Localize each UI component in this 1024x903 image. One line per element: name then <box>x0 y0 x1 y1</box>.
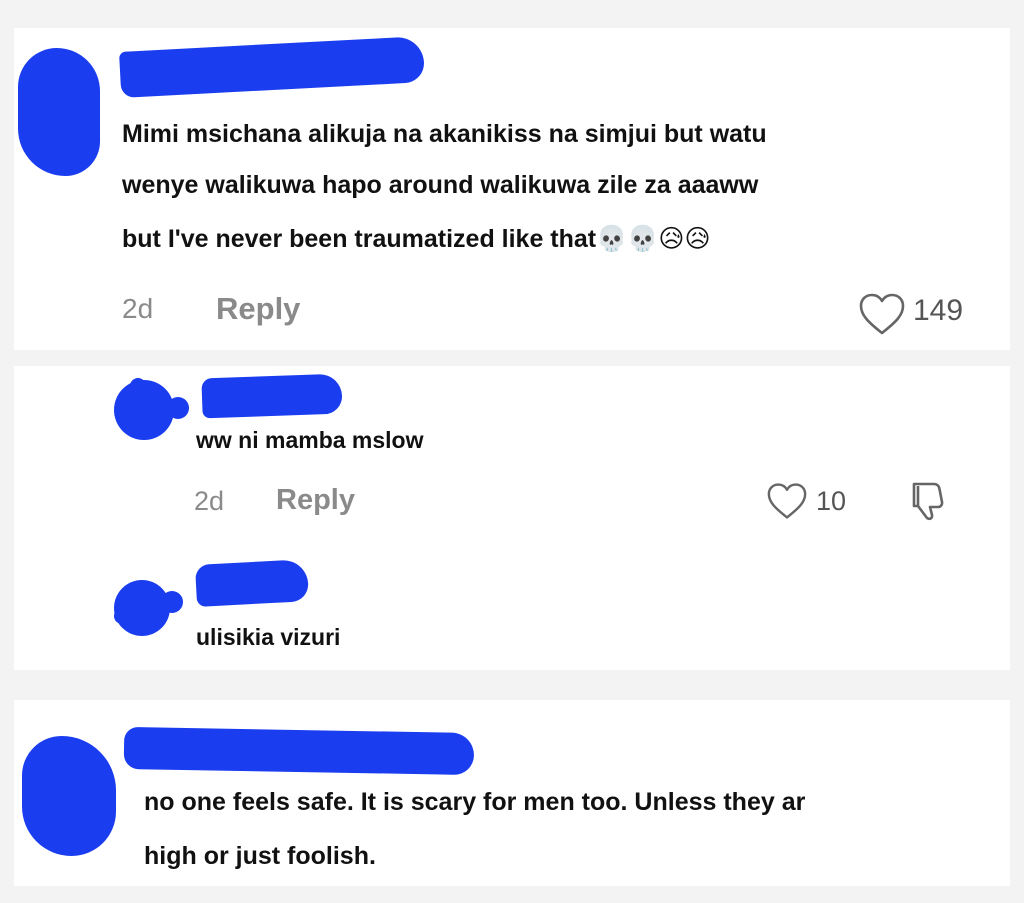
avatar[interactable] <box>18 48 100 176</box>
reply-time: 2d <box>194 486 225 516</box>
like-count: 149 <box>913 294 964 327</box>
comment-card-2: no one feels safe. It is scary for men t… <box>14 700 1010 886</box>
comment-text-line: high or just foolish. <box>144 842 376 870</box>
comment-time: 2d <box>122 293 154 324</box>
reply-button[interactable]: Reply <box>276 484 355 517</box>
comment-text-fragment: but I've never been traumatized like tha… <box>122 225 597 253</box>
username-redaction[interactable] <box>119 36 425 98</box>
comment-text-line: no one feels safe. It is scary for men t… <box>144 788 806 816</box>
comment-text-line: Mimi msichana alikuja na akanikiss na si… <box>122 120 767 148</box>
reply-button[interactable]: Reply <box>216 291 300 327</box>
avatar[interactable] <box>112 574 192 640</box>
comment-card-1: Mimi msichana alikuja na akanikiss na si… <box>14 28 1010 350</box>
username-redaction[interactable] <box>201 373 343 419</box>
avatar[interactable] <box>22 736 116 856</box>
reply-card: ww ni mamba mslow 2d Reply 10 ulisikia v… <box>14 366 1010 670</box>
heart-icon[interactable] <box>858 292 906 336</box>
dislike-icon[interactable] <box>904 478 952 522</box>
avatar[interactable] <box>112 372 192 442</box>
reply-text: ww ni mamba mslow <box>196 427 424 453</box>
heart-icon[interactable] <box>766 482 808 520</box>
comment-text-line: but I've never been traumatized like tha… <box>122 224 711 254</box>
reply-text: ulisikia vizuri <box>196 624 341 650</box>
emoji-reactions: 💀💀😥😥 <box>596 224 711 253</box>
like-count: 10 <box>816 486 847 516</box>
username-redaction[interactable] <box>194 559 310 607</box>
username-redaction[interactable] <box>123 726 475 776</box>
comment-text-line: wenye walikuwa hapo around walikuwa zile… <box>122 171 759 199</box>
